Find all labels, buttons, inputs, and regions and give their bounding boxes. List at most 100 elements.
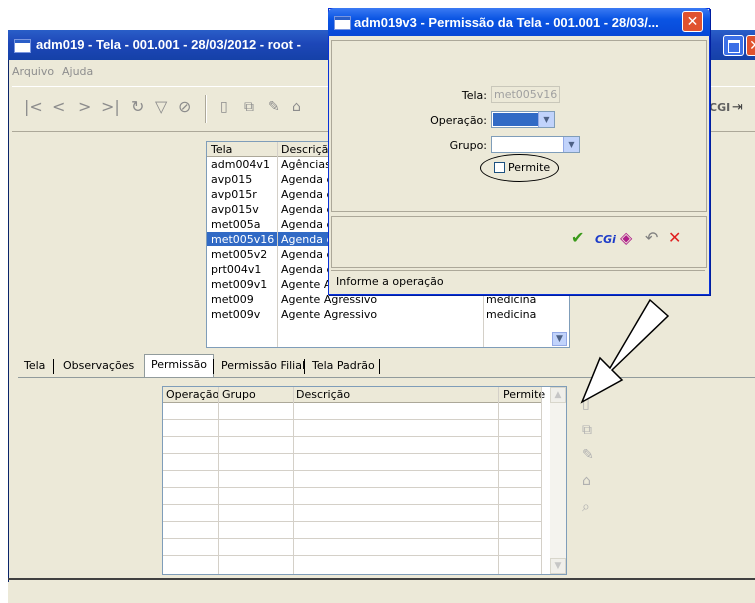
search-icon[interactable]: ⌕ [582,499,590,515]
tab-separator [213,359,214,374]
cgi-toolbar-label[interactable]: CGI [709,100,730,116]
cell-tela: avp015v [211,203,259,216]
grid-divider [293,387,294,574]
cell-descricao: Agências [281,158,331,171]
window-icon [334,16,351,30]
cell-descricao: Agenda d [281,218,334,231]
col-descricao[interactable]: Descriçã [281,143,328,156]
undo-icon[interactable]: ↶ [645,230,658,246]
cell-descricao: Agente Agressivo [281,308,378,321]
book-icon[interactable]: ◈ [620,230,632,246]
tab-permissao-filial[interactable]: Permissão Filial [215,356,311,376]
cell-descricao: Agenda d [281,233,334,246]
table-row[interactable]: met009v Agente Agressivo medicina [207,307,552,321]
status-bar [8,582,755,603]
menu-arquivo[interactable]: Arquivo [12,65,54,78]
cell-grupo: medicina [486,308,537,321]
cell-tela: avp015 [211,173,253,186]
cell-descricao: Agenda d [281,173,334,186]
operacao-select[interactable]: ▼ [491,111,555,128]
dialog-status-bar: Informe a operação [331,270,705,291]
permission-grid: Operação Grupo Descrição Permite ▲ ▼ [162,386,567,575]
col-operacao[interactable]: Operação [166,388,219,401]
cell-tela: avp015r [211,188,257,201]
dialog-close-button[interactable]: ✕ [682,11,703,32]
cell-tela: met009v [211,308,261,321]
cell-descricao: Agenda d [281,203,334,216]
chevron-down-icon[interactable]: ▼ [563,137,579,152]
status-separator [8,578,755,580]
row-line [163,470,541,471]
edit-icon[interactable]: ✎ [582,447,594,463]
menu-ajuda[interactable]: Ajuda [62,65,93,78]
grid-divider [498,387,499,574]
grid-divider [541,387,542,574]
row-line [163,538,541,539]
cancel-x-icon[interactable]: ✕ [668,230,681,246]
cell-descricao: Agenda d [281,263,334,276]
permite-checkbox[interactable] [494,162,505,173]
grid-divider [277,142,278,347]
tab-separator [379,359,380,374]
filter-icon[interactable]: ▽ [155,99,167,115]
row-line [163,436,541,437]
main-close-button[interactable]: ✕ [746,35,755,56]
window-icon [14,39,31,53]
tab-permissao[interactable]: Permissão [144,354,215,377]
permite-label[interactable]: Permite [508,161,550,174]
next-icon[interactable]: > [78,99,91,115]
cell-descricao: Agenda d [281,248,334,261]
scroll-down-button[interactable]: ▼ [550,558,566,574]
tab-tela[interactable]: Tela [18,356,51,376]
exit-icon[interactable]: ⇥ [732,100,743,116]
tab-tela-padrao[interactable]: Tela Padrão [306,356,381,376]
row-line [163,453,541,454]
cell-tela: prt004v1 [211,263,262,276]
col-permite[interactable]: Permite [503,388,545,401]
first-icon[interactable]: |< [24,99,43,115]
clear-filter-icon[interactable]: ⊘ [178,99,191,115]
copy-icon[interactable]: ⧉ [244,99,254,115]
row-line [163,555,541,556]
row-line [163,487,541,488]
cell-tela: met005v2 [211,248,268,261]
tab-observacoes[interactable]: Observações [57,356,140,376]
dialog-title: adm019v3 - Permissão da Tela - 001.001 -… [354,15,659,30]
dialog-status-text: Informe a operação [336,275,444,288]
confirm-check-icon[interactable]: ✔ [571,230,584,246]
row-line [163,521,541,522]
row-line [163,419,541,420]
operacao-label: Operação: [430,114,487,127]
chevron-down-icon[interactable]: ▼ [538,112,554,127]
edit-icon[interactable]: ✎ [268,99,280,115]
cell-tela: met005a [211,218,261,231]
col-tela[interactable]: Tela [211,143,232,156]
copy-icon[interactable]: ⧉ [582,422,592,438]
last-icon[interactable]: >| [101,99,120,115]
grupo-label: Grupo: [449,139,487,152]
permission-grid-header: Operação Grupo Descrição Permite [163,387,545,403]
tab-separator [53,359,54,374]
refresh-icon[interactable]: ↻ [131,99,144,115]
maximize-icon [728,40,740,53]
row-line [163,504,541,505]
cgi-label[interactable]: CGi [595,232,616,248]
close-icon: ✕ [686,14,699,30]
col-descricao[interactable]: Descrição [296,388,350,401]
cell-tela: met009 [211,293,254,306]
delete-icon[interactable]: ⌂ [582,473,591,489]
close-icon: ✕ [749,38,755,54]
maximize-button[interactable] [723,35,744,56]
delete-icon[interactable]: ⌂ [292,99,301,115]
new-icon[interactable]: ▯ [220,99,228,115]
toolbar-separator [205,95,207,123]
grid-divider [218,387,219,574]
dialog-title-bar[interactable]: adm019v3 - Permissão da Tela - 001.001 -… [328,8,710,36]
annotation-arrow [580,298,670,404]
prev-icon[interactable]: < [52,99,65,115]
tela-field: met005v16 [491,86,560,103]
cell-tela: met009v1 [211,278,268,291]
tab-separator [304,359,305,374]
col-grupo[interactable]: Grupo [222,388,256,401]
grupo-select[interactable]: ▼ [491,136,580,153]
